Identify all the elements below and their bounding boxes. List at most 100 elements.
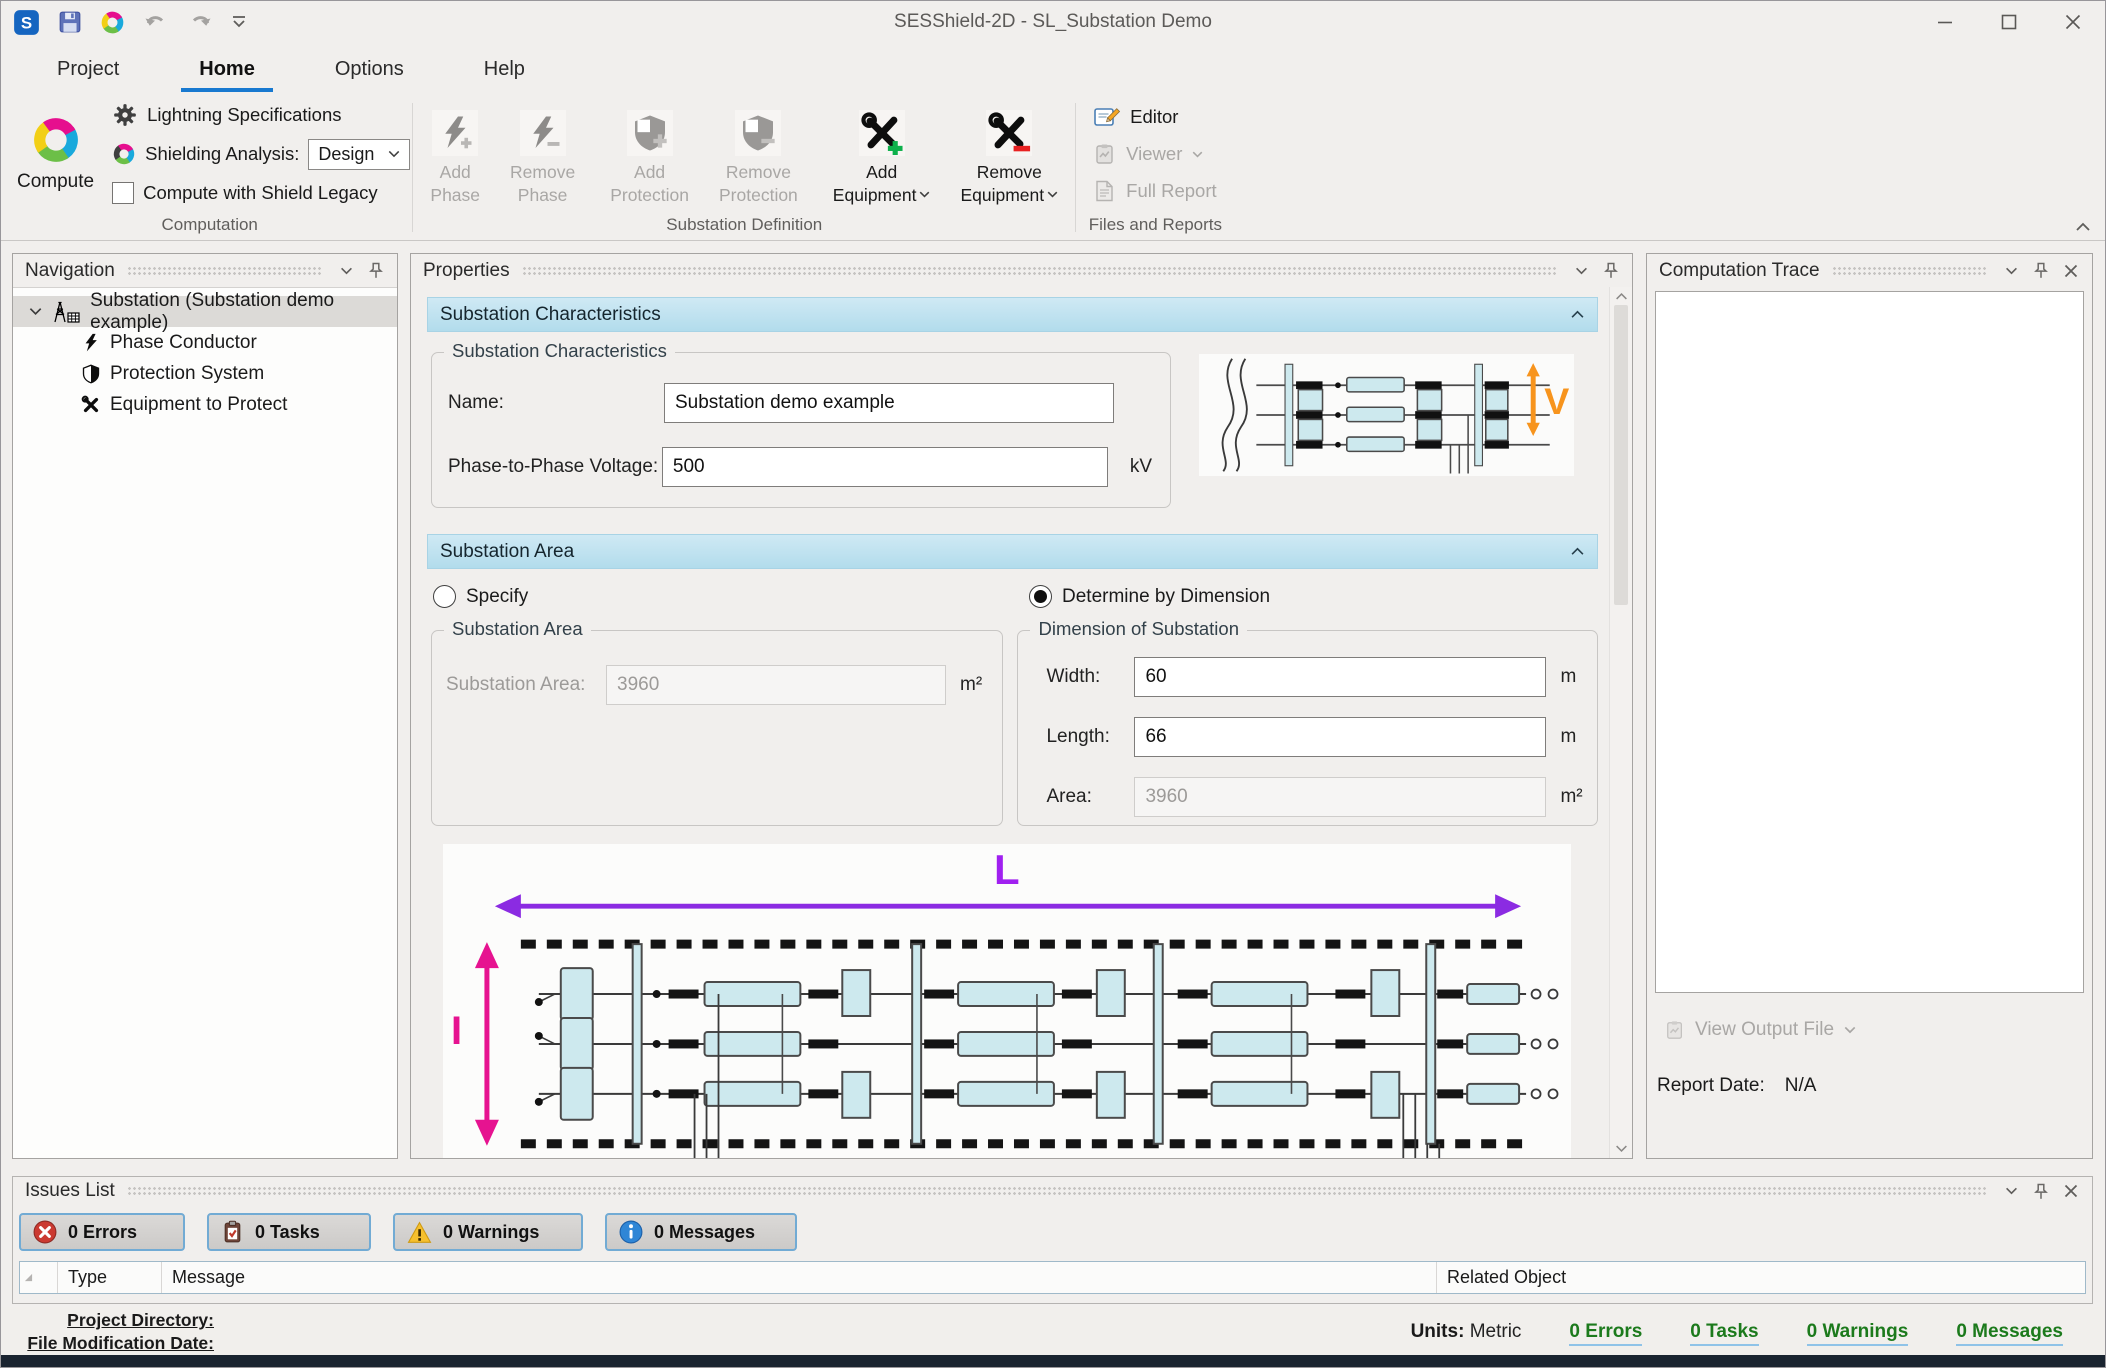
tab-home[interactable]: Home xyxy=(159,50,295,93)
issues-menu-button[interactable] xyxy=(2000,1180,2022,1202)
tree-item-protection-system[interactable]: Protection System xyxy=(13,358,397,389)
undo-icon[interactable] xyxy=(143,11,169,33)
lightning-bolt-icon xyxy=(81,333,101,353)
save-icon[interactable] xyxy=(58,10,82,34)
tree-item-substation[interactable]: Substation (Substation demo example) xyxy=(13,296,397,327)
redo-icon[interactable] xyxy=(187,11,213,33)
chevron-down-icon xyxy=(1575,267,1588,275)
panel-grip[interactable] xyxy=(522,266,1558,276)
full-report-label: Full Report xyxy=(1126,180,1216,202)
add-phase-button[interactable]: Add Phase xyxy=(415,102,495,207)
tab-options[interactable]: Options xyxy=(295,50,444,93)
computation-trace-output[interactable] xyxy=(1655,291,2084,993)
trace-close-button[interactable] xyxy=(2060,260,2082,282)
viewer-label: Viewer xyxy=(1126,143,1182,165)
issues-col-related-object[interactable]: Related Object xyxy=(1437,1262,2085,1293)
width-field[interactable] xyxy=(1134,657,1546,697)
status-messages-link[interactable]: 0 Messages xyxy=(1956,1321,2063,1346)
length-field[interactable] xyxy=(1134,717,1546,757)
column-header-label: Message xyxy=(172,1267,245,1288)
issues-pin-button[interactable] xyxy=(2030,1180,2052,1202)
remove-equipment-button[interactable]: Remove Equipment xyxy=(945,102,1073,207)
tree-item-equipment-to-protect[interactable]: Equipment to Protect xyxy=(13,389,397,420)
chevron-down-icon xyxy=(340,267,353,275)
add-protection-button[interactable]: Add Protection xyxy=(595,102,704,207)
issues-col-selector[interactable] xyxy=(20,1262,58,1293)
messages-filter-button[interactable]: 0 Messages xyxy=(605,1213,797,1251)
chevron-down-icon xyxy=(2005,267,2018,275)
compute-button[interactable]: Compute xyxy=(9,115,112,193)
determine-by-dimension-radio[interactable] xyxy=(1029,585,1052,608)
lightning-specifications-button[interactable]: Lightning Specifications xyxy=(112,98,410,133)
chevron-up-icon[interactable] xyxy=(1570,310,1585,319)
tree-expander-icon[interactable] xyxy=(29,307,42,316)
shield-legacy-checkbox[interactable] xyxy=(112,182,134,204)
maximize-button[interactable] xyxy=(1977,1,2041,43)
messages-filter-label: 0 Messages xyxy=(654,1222,755,1243)
close-button[interactable] xyxy=(2041,1,2105,43)
shielding-mode-select[interactable]: Design xyxy=(308,139,410,170)
properties-menu-button[interactable] xyxy=(1570,260,1592,282)
add-equipment-button[interactable]: Add Equipment xyxy=(818,102,946,207)
tree-item-substation-label: Substation (Substation demo example) xyxy=(90,290,397,334)
section-header-substation-characteristics[interactable]: Substation Characteristics xyxy=(427,297,1598,332)
full-report-button[interactable]: Full Report xyxy=(1094,174,1216,209)
panel-grip[interactable] xyxy=(127,266,323,276)
properties-title: Properties xyxy=(423,260,510,282)
errors-filter-button[interactable]: 0 Errors xyxy=(19,1213,185,1251)
scrollbar-thumb[interactable] xyxy=(1614,305,1628,605)
width-unit: m xyxy=(1560,666,1576,688)
sort-triangle-icon xyxy=(24,1273,33,1282)
properties-scrollbar[interactable] xyxy=(1609,287,1632,1158)
remove-phase-button[interactable]: Remove Phase xyxy=(495,102,590,207)
close-icon xyxy=(2064,264,2078,278)
voltage-label: Phase-to-Phase Voltage: xyxy=(448,456,662,478)
panel-grip[interactable] xyxy=(127,1186,1988,1196)
tasks-filter-button[interactable]: 0 Tasks xyxy=(207,1213,371,1251)
app-logo-icon[interactable]: S xyxy=(13,9,40,36)
panel-grip[interactable] xyxy=(1832,266,1988,276)
quick-access-customize-icon[interactable] xyxy=(231,15,247,29)
navigation-title: Navigation xyxy=(25,260,115,282)
view-output-file-label: View Output File xyxy=(1695,1019,1834,1041)
trace-pin-button[interactable] xyxy=(2030,260,2052,282)
voltage-field[interactable] xyxy=(662,447,1108,487)
issues-col-type[interactable]: Type xyxy=(58,1262,162,1293)
ribbon-collapse-button[interactable] xyxy=(2075,222,2091,232)
tab-help[interactable]: Help xyxy=(444,50,565,93)
navigation-menu-button[interactable] xyxy=(335,260,357,282)
viewer-button[interactable]: Viewer xyxy=(1094,137,1216,172)
add-protection-label-2: Protection xyxy=(610,184,689,207)
remove-equipment-label-1: Remove xyxy=(977,161,1042,184)
editor-icon xyxy=(1094,106,1120,128)
chevron-up-icon[interactable] xyxy=(1570,547,1585,556)
trace-menu-button[interactable] xyxy=(2000,260,2022,282)
ses-ring-icon[interactable] xyxy=(100,10,125,35)
substation-area-groupbox: Substation Area Substation Area: m² xyxy=(431,630,1003,826)
status-tasks-link[interactable]: 0 Tasks xyxy=(1690,1321,1758,1346)
name-field[interactable] xyxy=(664,383,1114,423)
scroll-down-icon[interactable] xyxy=(1615,1144,1628,1153)
status-warnings-link[interactable]: 0 Warnings xyxy=(1807,1321,1909,1346)
status-errors-link[interactable]: 0 Errors xyxy=(1569,1321,1642,1346)
close-icon xyxy=(2064,1184,2078,1198)
lightning-specifications-label: Lightning Specifications xyxy=(147,104,341,126)
scroll-up-icon[interactable] xyxy=(1615,292,1628,301)
tree-item-equipment-to-protect-label: Equipment to Protect xyxy=(110,394,287,416)
tab-project[interactable]: Project xyxy=(17,50,159,93)
view-output-file-button[interactable]: View Output File xyxy=(1665,1019,2084,1041)
issues-list-title: Issues List xyxy=(25,1180,115,1202)
warnings-filter-button[interactable]: 0 Warnings xyxy=(393,1213,583,1251)
minimize-button[interactable] xyxy=(1913,1,1977,43)
properties-pin-button[interactable] xyxy=(1600,260,1622,282)
determine-by-dimension-label: Determine by Dimension xyxy=(1062,586,1270,608)
remove-protection-button[interactable]: Remove Protection xyxy=(704,102,813,207)
navigation-pin-button[interactable] xyxy=(365,260,387,282)
section-header-substation-area[interactable]: Substation Area xyxy=(427,534,1598,569)
issues-col-message[interactable]: Message xyxy=(162,1262,1437,1293)
issues-close-button[interactable] xyxy=(2060,1180,2082,1202)
editor-button[interactable]: Editor xyxy=(1094,100,1216,135)
tree-item-phase-conductor-label: Phase Conductor xyxy=(110,332,257,354)
specify-radio[interactable] xyxy=(433,585,456,608)
column-header-label: Related Object xyxy=(1447,1267,1566,1288)
